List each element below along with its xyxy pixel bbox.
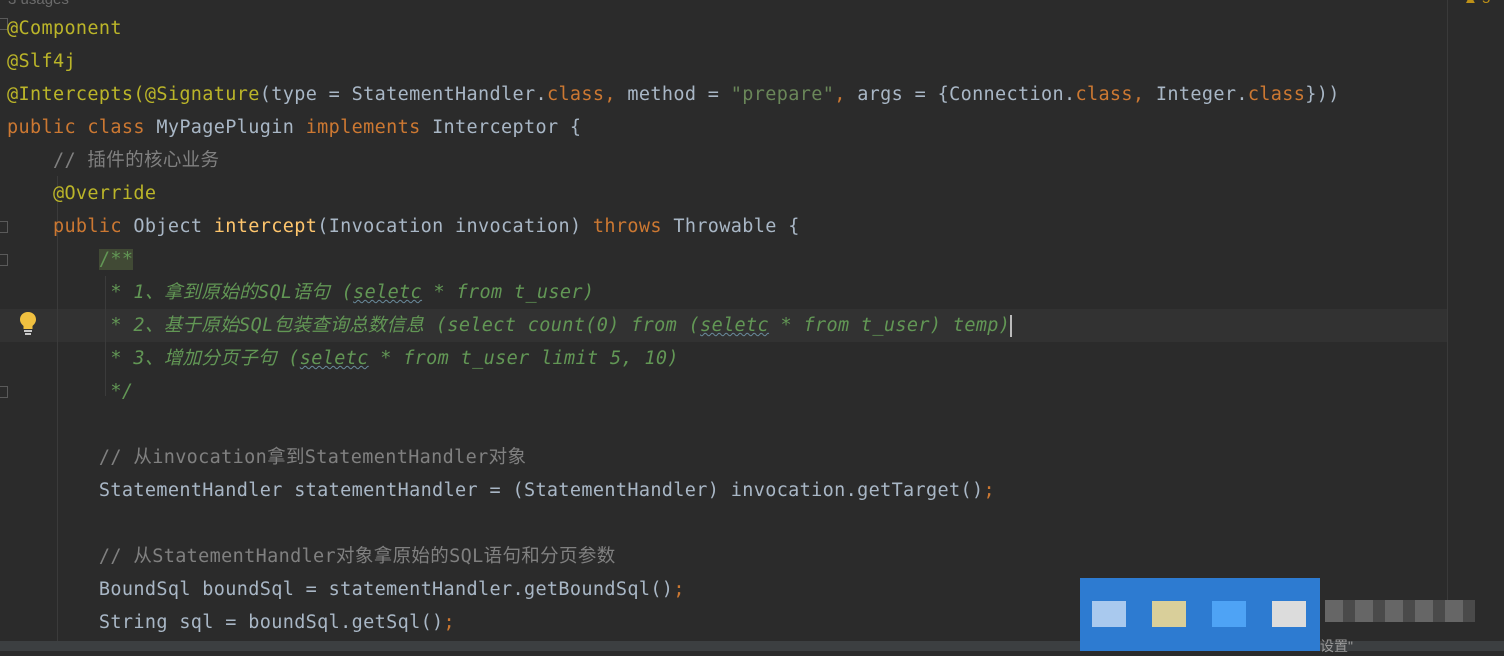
code-token: implements	[305, 117, 433, 138]
code-token: intercept	[213, 216, 318, 237]
code-line[interactable]: BoundSql boundSql = statementHandler.get…	[7, 573, 685, 606]
code-line[interactable]: * 1、拿到原始的SQL语句 (seletc * from t_user)	[7, 276, 594, 309]
warnings-indicator[interactable]: ▲ 5	[1463, 0, 1490, 7]
code-editor[interactable]: 3 usages @Component @Slf4j @Intercepts(@Si…	[0, 0, 1504, 654]
code-token: seletc	[299, 348, 369, 369]
code-token: args = {Connection.	[857, 84, 1076, 105]
code-token: seletc	[700, 315, 770, 336]
code-token: @Component	[7, 18, 122, 39]
code-token: /**	[98, 249, 134, 270]
code-token: class	[1247, 84, 1306, 105]
blurred-block	[1152, 601, 1186, 627]
code-line[interactable]: public class MyPagePlugin implements Int…	[7, 111, 581, 144]
code-token: }))	[1305, 84, 1340, 105]
lightbulb-icon[interactable]	[19, 311, 37, 335]
blurred-block	[1092, 601, 1126, 627]
code-line[interactable]: // 从invocation拿到StatementHandler对象	[7, 441, 526, 474]
code-token: @Override	[7, 183, 157, 204]
code-line[interactable]: @Component	[7, 12, 122, 45]
code-token: seletc	[353, 282, 423, 303]
code-line[interactable]: // 从StatementHandler对象拿原始的SQL语句和分页参数	[7, 540, 616, 573]
blurred-text	[1325, 600, 1475, 622]
code-token: ;	[443, 612, 456, 633]
code-line[interactable]: * 2、基于原始SQL包装查询总数信息 (select count(0) fro…	[7, 309, 1013, 342]
code-token: @Slf4j	[7, 51, 76, 72]
code-token: class	[1075, 84, 1133, 105]
code-token: class	[546, 84, 605, 105]
code-line[interactable]: @Slf4j	[7, 45, 76, 78]
code-line[interactable]: @Intercepts(@Signature(type = StatementH…	[7, 78, 1340, 111]
code-token: (Invocation invocation)	[317, 216, 593, 237]
warning-count: 5	[1482, 0, 1490, 7]
code-token: * from t_user)	[422, 282, 595, 303]
scrollbar-divider	[1447, 0, 1448, 600]
warning-icon: ▲	[1463, 0, 1478, 7]
code-line[interactable]: * 3、增加分页子句 (seletc * from t_user limit 5…	[7, 342, 679, 375]
code-token: StatementHandler statementHandler = (Sta…	[7, 480, 984, 501]
code-token: String sql = boundSql.getSql()	[7, 612, 444, 633]
code-token: "prepare"	[730, 84, 835, 105]
code-token: * from t_user limit 5, 10)	[368, 348, 679, 369]
code-line[interactable]: /**	[7, 243, 134, 276]
code-line[interactable]: */	[7, 375, 133, 408]
code-token: (type = StatementHandler.	[259, 84, 547, 105]
code-line[interactable]: StatementHandler statementHandler = (Sta…	[7, 474, 995, 507]
code-line[interactable]: public Object intercept(Invocation invoc…	[7, 210, 800, 243]
code-token: ;	[983, 480, 995, 501]
code-token: ,	[834, 84, 858, 105]
blurred-block	[1272, 601, 1306, 627]
code-token: Interceptor {	[432, 117, 582, 138]
overlay-popup	[1080, 578, 1320, 651]
code-token: throws	[592, 216, 674, 237]
code-token: // 从invocation拿到StatementHandler对象	[7, 447, 527, 468]
code-token: public	[7, 216, 134, 237]
code-token: method =	[627, 84, 731, 105]
code-token: Integer.	[1155, 84, 1248, 105]
code-token: * 1、拿到原始的SQL语句 (	[7, 282, 354, 303]
code-token: * from t_user) temp)	[769, 315, 1011, 336]
code-token: ,	[1132, 84, 1156, 105]
code-line[interactable]: // 插件的核心业务	[7, 144, 219, 177]
code-token: BoundSql boundSql = statementHandler.get…	[7, 579, 674, 600]
code-token: */	[7, 381, 134, 402]
code-token: // 从StatementHandler对象拿原始的SQL语句和分页参数	[7, 546, 616, 567]
blurred-block	[1212, 601, 1246, 627]
code-token: @Intercepts(@Signature	[7, 84, 260, 105]
code-token: * 2、基于原始SQL包装查询总数信息 (select count(0) fro…	[7, 315, 701, 336]
code-token: MyPagePlugin	[156, 117, 306, 138]
usages-hint[interactable]: 3 usages	[8, 0, 69, 8]
text-cursor	[1010, 315, 1013, 337]
code-token: public class	[7, 117, 157, 138]
code-token: ;	[673, 579, 685, 600]
code-token: Object	[133, 216, 214, 237]
code-line[interactable]: @Override	[7, 177, 156, 210]
code-token: ,	[604, 84, 628, 105]
code-token: // 插件的核心业务	[7, 150, 220, 171]
code-token: Throwable {	[673, 216, 800, 237]
code-token: * 3、增加分页子句 (	[7, 348, 300, 369]
overlay-label: 设置"	[1320, 638, 1353, 654]
code-line[interactable]: String sql = boundSql.getSql();	[7, 606, 455, 639]
